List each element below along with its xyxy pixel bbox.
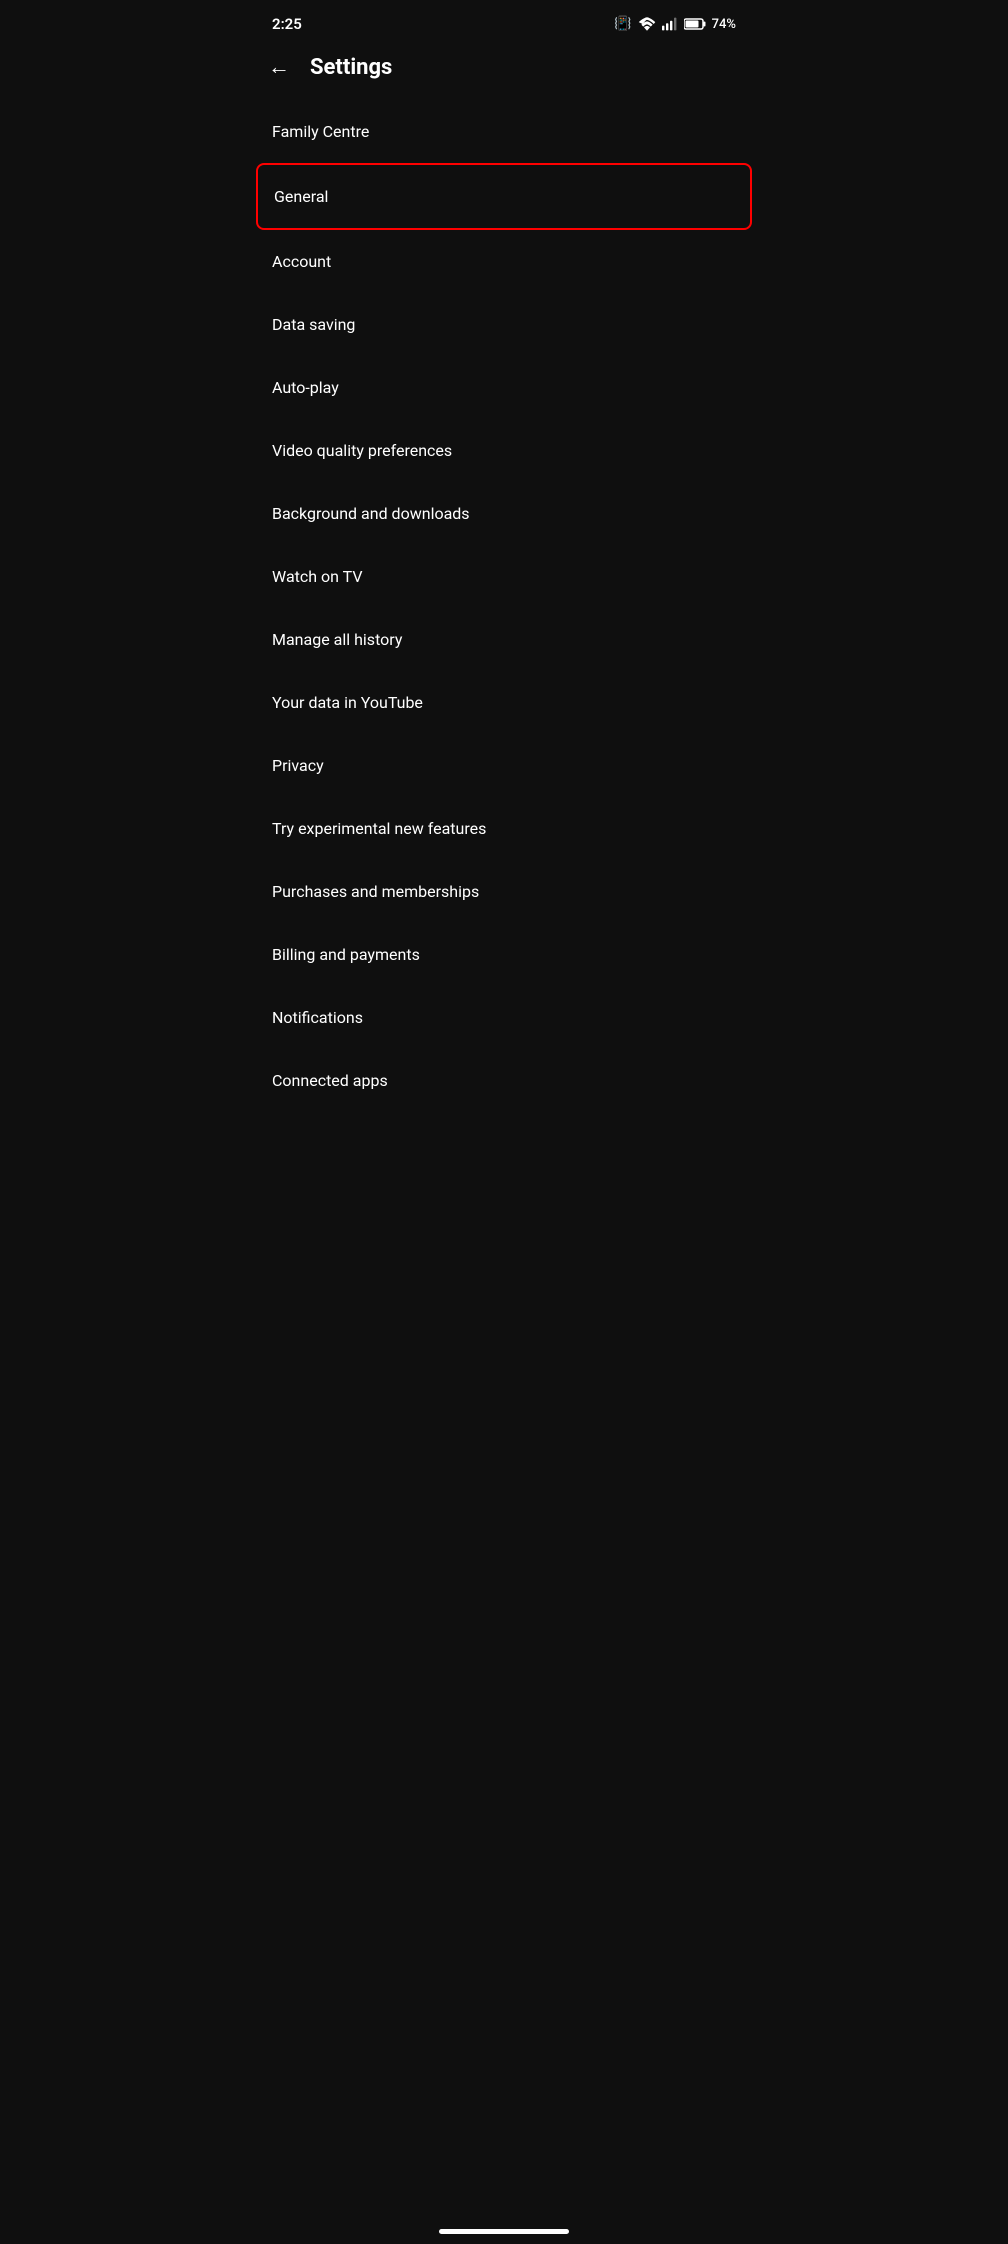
page-title: Settings	[310, 55, 392, 80]
status-time: 2:25	[272, 15, 302, 33]
home-indicator	[439, 2229, 569, 2234]
menu-item-manage-history[interactable]: Manage all history	[252, 608, 756, 671]
menu-item-privacy[interactable]: Privacy	[252, 734, 756, 797]
menu-item-connected-apps[interactable]: Connected apps	[252, 1049, 756, 1112]
settings-header: ← Settings	[252, 44, 756, 100]
settings-menu: Family CentreGeneralAccountData savingAu…	[252, 100, 756, 1112]
status-icons: 📳 74%	[614, 16, 736, 32]
menu-item-account[interactable]: Account	[252, 230, 756, 293]
menu-item-notifications[interactable]: Notifications	[252, 986, 756, 1049]
battery-percent: 74%	[712, 17, 736, 32]
wifi-icon	[638, 17, 656, 31]
menu-item-general[interactable]: General	[256, 163, 752, 230]
menu-item-experimental[interactable]: Try experimental new features	[252, 797, 756, 860]
back-button[interactable]: ←	[268, 54, 290, 80]
status-bar: 2:25 📳 74%	[252, 0, 756, 44]
menu-item-data-saving[interactable]: Data saving	[252, 293, 756, 356]
battery-icon	[684, 18, 706, 30]
signal-icon	[662, 17, 678, 31]
menu-item-background-downloads[interactable]: Background and downloads	[252, 482, 756, 545]
menu-item-purchases[interactable]: Purchases and memberships	[252, 860, 756, 923]
menu-item-watch-on-tv[interactable]: Watch on TV	[252, 545, 756, 608]
menu-item-billing[interactable]: Billing and payments	[252, 923, 756, 986]
menu-item-your-data[interactable]: Your data in YouTube	[252, 671, 756, 734]
menu-item-video-quality[interactable]: Video quality preferences	[252, 419, 756, 482]
menu-item-auto-play[interactable]: Auto-play	[252, 356, 756, 419]
vibrate-icon: 📳	[614, 16, 631, 32]
menu-item-family-centre[interactable]: Family Centre	[252, 100, 756, 163]
